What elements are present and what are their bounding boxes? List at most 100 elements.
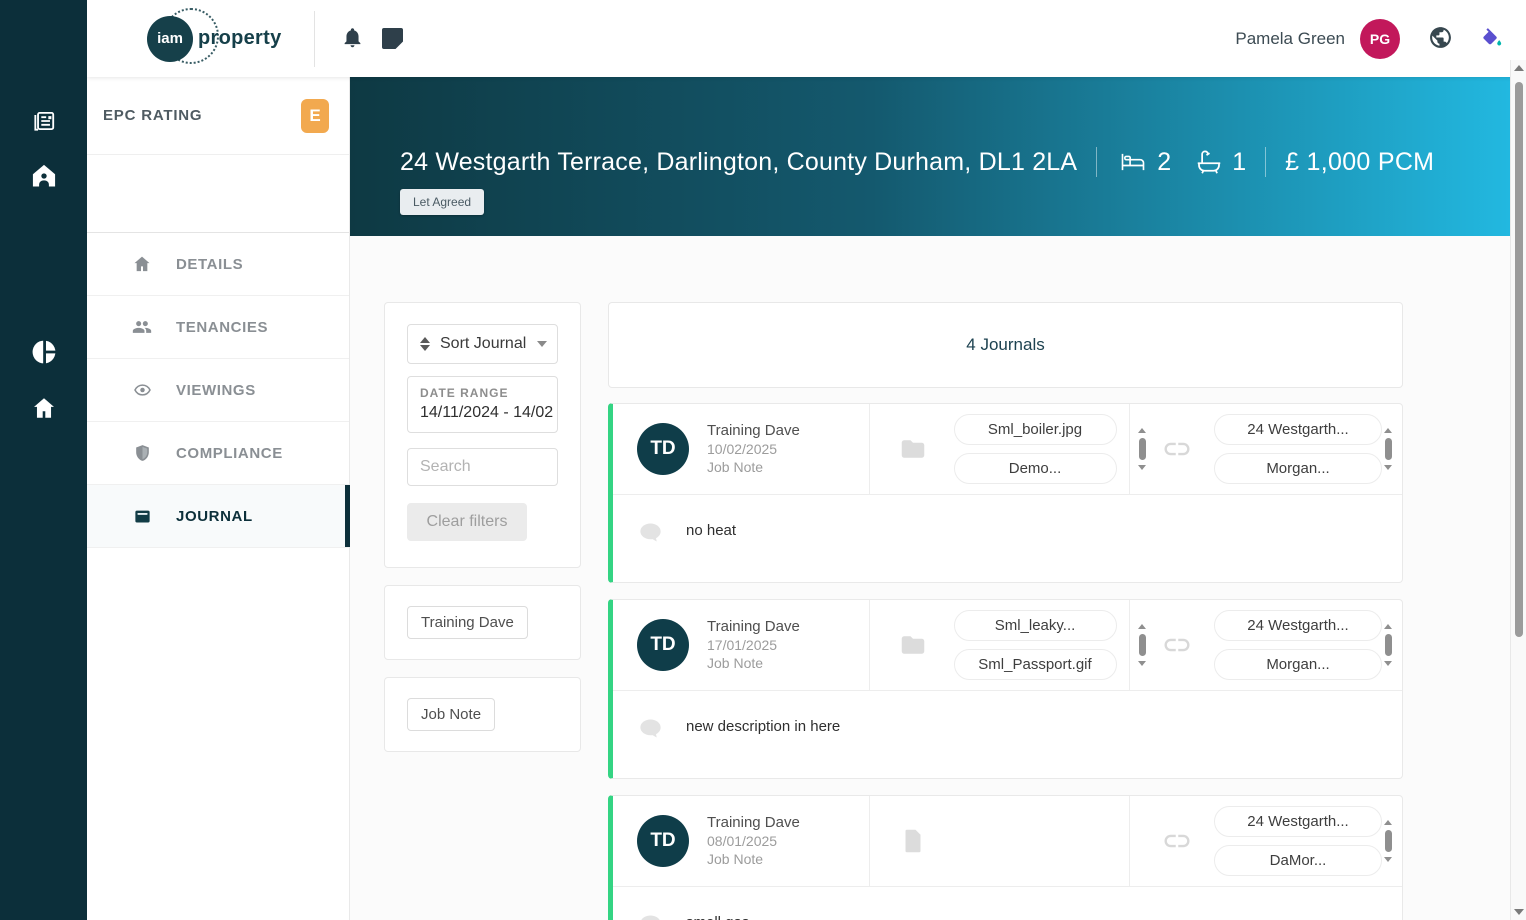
linked-record-chip[interactable]: Morgan... — [1214, 453, 1382, 484]
sort-journal-dropdown[interactable]: Sort Journal — [407, 324, 558, 364]
linked-record-chip[interactable]: 24 Westgarth... — [1214, 414, 1382, 445]
linked-record-chip[interactable]: DaMor... — [1214, 845, 1382, 876]
entry-date: 17/01/2025 — [707, 637, 778, 653]
notes-button[interactable] — [381, 28, 403, 49]
filter-column: Sort Journal DATE RANGE 14/11/2024 - 14/… — [384, 302, 581, 752]
property-nav: DETAILS TENANCIES VIEWINGS COMPLIANCE JO… — [87, 233, 350, 548]
author-filter-panel: Training Dave — [384, 585, 581, 660]
journal-page: Sort Journal DATE RANGE 14/11/2024 - 14/… — [350, 236, 1510, 920]
avatar: TD — [637, 619, 689, 671]
language-button[interactable] — [1428, 25, 1453, 53]
links-scrollbar[interactable] — [1382, 428, 1394, 470]
link-icon — [1160, 434, 1194, 464]
theme-button[interactable] — [1479, 25, 1504, 53]
rail-journal-button[interactable] — [0, 101, 87, 145]
nav-item-viewings[interactable]: VIEWINGS — [87, 359, 349, 422]
app-window: iam property Pamela Green PG EPC RATING … — [0, 0, 1526, 920]
status-badge: Let Agreed — [400, 189, 485, 215]
nav-item-compliance[interactable]: COMPLIANCE — [87, 422, 349, 485]
bell-icon — [341, 25, 364, 53]
house-person-icon — [29, 162, 59, 195]
attachment-chip[interactable]: Sml_leaky... — [953, 610, 1117, 641]
journal-count-panel: 4 Journals — [608, 302, 1403, 388]
type-filter-chip[interactable]: Job Note — [407, 698, 496, 731]
topbar-divider — [313, 10, 315, 67]
pie-chart-icon — [30, 338, 58, 371]
people-icon — [131, 316, 153, 338]
rail-reports-button[interactable] — [0, 332, 87, 376]
notifications-button[interactable] — [341, 25, 364, 53]
scroll-up-arrow-icon[interactable] — [1514, 65, 1524, 71]
rail-property-button[interactable] — [0, 156, 87, 200]
note-icon — [381, 28, 403, 49]
property-hero: 24 Westgarth Terrace, Darlington, County… — [350, 77, 1510, 236]
comment-bubble-icon — [637, 519, 664, 551]
attachments-scrollbar[interactable] — [1136, 624, 1148, 666]
comment-bubble-icon — [637, 911, 664, 920]
epc-rating-badge: E — [301, 98, 329, 133]
entry-type: Job Note — [707, 459, 764, 475]
links-scrollbar[interactable] — [1382, 820, 1394, 862]
globe-icon — [1428, 25, 1453, 53]
links-scrollbar[interactable] — [1382, 624, 1394, 666]
clear-filters-button[interactable]: Clear filters — [407, 503, 527, 541]
home-icon — [131, 253, 153, 275]
scrollbar-thumb[interactable] — [1515, 82, 1523, 637]
bath-icon — [1193, 147, 1225, 177]
date-range-picker[interactable]: DATE RANGE 14/11/2024 - 14/02 — [407, 376, 558, 433]
entry-description-row: new description in here — [613, 691, 1402, 778]
entry-author-column: TD Training Dave 17/01/2025 Job Note — [613, 600, 869, 690]
linked-record-chip[interactable]: 24 Westgarth... — [1214, 806, 1382, 837]
entry-date: 08/01/2025 — [707, 833, 778, 849]
epc-rating-row: EPC RATING E — [87, 77, 349, 155]
link-icon — [1160, 630, 1194, 660]
nav-item-journal[interactable]: JOURNAL — [87, 485, 350, 548]
journal-entry: TD Training Dave 10/02/2025 Job Note Sml… — [608, 403, 1403, 583]
linked-record-chip[interactable]: 24 Westgarth... — [1214, 610, 1382, 641]
user-avatar[interactable]: PG — [1360, 18, 1400, 59]
folder-icon — [896, 434, 930, 464]
entry-links-column: 24 Westgarth... DaMor... — [1129, 796, 1402, 886]
attachment-chip[interactable]: Sml_Passport.gif — [953, 649, 1117, 680]
entry-attachments-column: Sml_boiler.jpg Demo... — [868, 404, 1130, 494]
nav-item-details[interactable]: DETAILS — [87, 233, 349, 296]
type-filter-panel: Job Note — [384, 677, 581, 752]
property-sidebar: EPC RATING E DETAILS TENANCIES VIEWINGS … — [87, 77, 350, 920]
entry-description-row: smell gas — [613, 887, 1402, 920]
entry-type: Job Note — [707, 851, 764, 867]
search-input[interactable] — [407, 448, 558, 486]
page-scrollbar[interactable] — [1510, 60, 1526, 920]
entry-description: no heat — [686, 522, 737, 539]
nav-item-tenancies[interactable]: TENANCIES — [87, 296, 349, 359]
top-bar: iam property Pamela Green PG — [87, 0, 1526, 77]
linked-record-chip[interactable]: Morgan... — [1214, 649, 1382, 680]
entry-attachments-column: Sml_leaky... Sml_Passport.gif — [868, 600, 1130, 690]
shield-icon — [131, 442, 153, 464]
iamproperty-logo[interactable]: iam property — [147, 7, 282, 67]
entry-description-row: no heat — [613, 495, 1402, 582]
folder-icon — [896, 630, 930, 660]
epc-chart-area — [87, 155, 349, 233]
entry-description: smell gas — [686, 914, 749, 920]
bathrooms-stat: 1 — [1193, 147, 1246, 177]
bedrooms-stat: 2 — [1116, 148, 1171, 177]
filters-panel: Sort Journal DATE RANGE 14/11/2024 - 14/… — [384, 302, 581, 568]
author-filter-chip[interactable]: Training Dave — [407, 606, 528, 639]
sort-icon — [420, 337, 430, 351]
entry-author-column: TD Training Dave 08/01/2025 Job Note — [613, 796, 869, 886]
bed-icon — [1116, 148, 1150, 176]
avatar: TD — [637, 423, 689, 475]
date-range-value: 14/11/2024 - 14/02 — [420, 404, 554, 421]
attachment-chip[interactable]: Sml_boiler.jpg — [953, 414, 1117, 445]
entry-date: 10/02/2025 — [707, 441, 778, 457]
rail-home-button[interactable] — [0, 388, 87, 432]
app-rail — [0, 0, 87, 920]
logo-circle: iam — [147, 15, 193, 62]
attachment-chip[interactable]: Demo... — [953, 453, 1117, 484]
link-icon — [1160, 826, 1194, 856]
journal-count: 4 Journals — [966, 335, 1045, 354]
scroll-down-arrow-icon[interactable] — [1514, 909, 1524, 915]
attachments-scrollbar[interactable] — [1136, 428, 1148, 470]
journal-icon — [131, 505, 153, 527]
entry-type: Job Note — [707, 655, 764, 671]
